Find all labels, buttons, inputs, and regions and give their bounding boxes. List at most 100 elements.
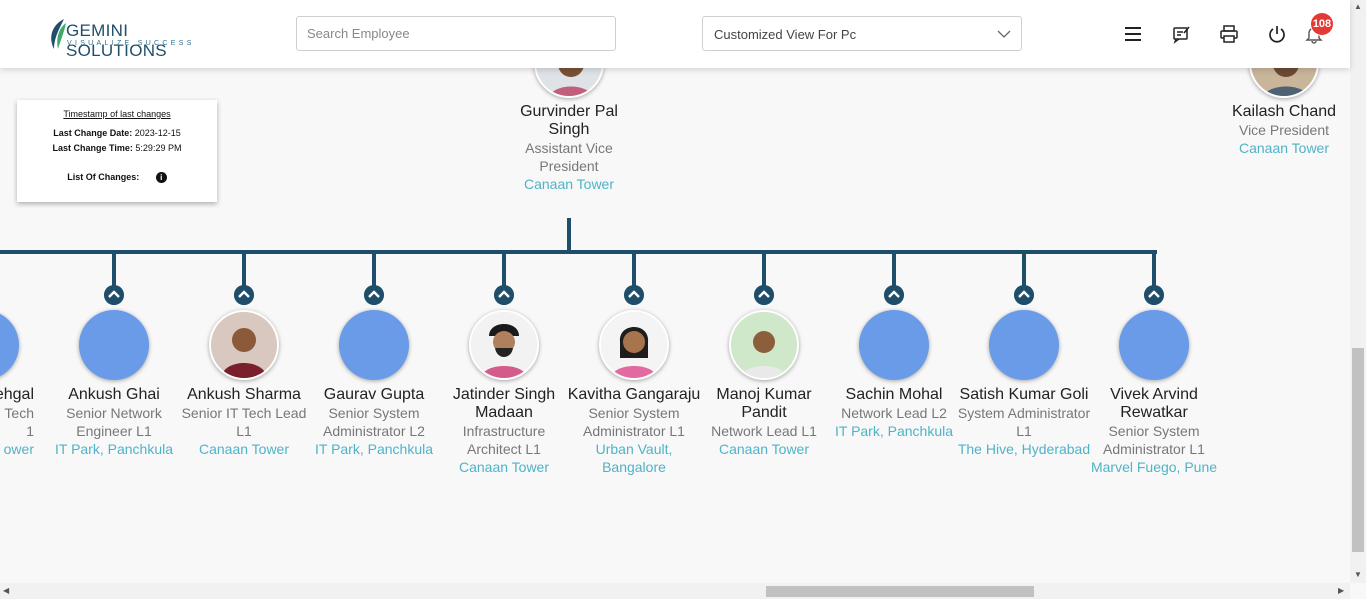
collapse-toggle-icon[interactable] bbox=[234, 285, 254, 305]
employee-location[interactable]: The Hive, Hyderabad bbox=[954, 440, 1094, 458]
employee-name: Sachin Mohal bbox=[845, 386, 943, 403]
scroll-down-icon[interactable]: ▼ bbox=[1354, 570, 1362, 579]
timestamp-title[interactable]: Timestamp of last changes bbox=[17, 109, 217, 119]
employee-card[interactable]: Ankush Sharma Senior IT Tech Lead L1 Can… bbox=[174, 386, 314, 458]
menu-icon[interactable] bbox=[1123, 24, 1143, 44]
employee-avatar[interactable] bbox=[599, 310, 669, 380]
employee-role: Infrastructure Architect L1 bbox=[462, 423, 546, 457]
info-icon[interactable]: i bbox=[155, 172, 167, 184]
collapse-toggle-icon[interactable] bbox=[104, 285, 124, 305]
employee-avatar[interactable] bbox=[1119, 310, 1189, 380]
connector-drop bbox=[502, 250, 506, 286]
employee-card[interactable]: Jatinder Singh Madaan Infrastructure Arc… bbox=[434, 386, 574, 476]
person-photo-icon bbox=[601, 312, 667, 378]
collapse-toggle-icon[interactable] bbox=[1014, 285, 1034, 305]
top-header: GEMINI SOLUTIONS VISUALIZE SUCCESS Custo… bbox=[0, 0, 1350, 68]
connector-drop bbox=[1152, 250, 1156, 286]
list-of-changes: List Of Changes: i bbox=[17, 172, 217, 184]
employee-avatar[interactable] bbox=[0, 310, 19, 380]
search-employee-input[interactable] bbox=[296, 16, 616, 51]
horizontal-scroll-thumb[interactable] bbox=[766, 586, 1034, 597]
person-photo-icon bbox=[211, 312, 277, 378]
employee-role: Senior Network Engineer L1 bbox=[66, 405, 162, 439]
peer-location[interactable]: Canaan Tower bbox=[1214, 139, 1354, 157]
peer-card[interactable]: Kailash Chand Vice President Canaan Towe… bbox=[1214, 103, 1354, 157]
employee-location[interactable]: IT Park, Panchkula bbox=[304, 440, 444, 458]
view-select[interactable]: Customized View For Pc bbox=[702, 16, 1022, 51]
employee-name: ehgal bbox=[0, 386, 34, 403]
employee-location[interactable]: IT Park, Panchkula bbox=[44, 440, 184, 458]
connector-drop bbox=[112, 250, 116, 286]
employee-card[interactable]: Satish Kumar Goli System Administrator L… bbox=[954, 386, 1094, 458]
connector-horizontal bbox=[0, 250, 1157, 254]
person-photo-icon bbox=[731, 312, 797, 378]
connector-drop bbox=[1022, 250, 1026, 286]
collapse-toggle-icon[interactable] bbox=[624, 285, 644, 305]
employee-avatar[interactable] bbox=[339, 310, 409, 380]
company-logo[interactable]: GEMINI SOLUTIONS VISUALIZE SUCCESS bbox=[46, 17, 216, 60]
collapse-toggle-icon[interactable] bbox=[364, 285, 384, 305]
last-change-time: Last Change Time: 5:29:29 PM bbox=[17, 143, 217, 153]
employee-card[interactable]: Ankush Ghai Senior Network Engineer L1 I… bbox=[44, 386, 184, 458]
person-photo-icon bbox=[471, 312, 537, 378]
employee-role: Senior System Administrator L2 bbox=[323, 405, 425, 439]
employee-role: Senior System Administrator L1 bbox=[583, 405, 685, 439]
employee-card[interactable]: Vivek Arvind Rewatkar Senior System Admi… bbox=[1084, 386, 1224, 476]
leaf-logo-icon bbox=[51, 19, 66, 49]
manager-name: Gurvinder Pal Singh bbox=[520, 103, 618, 138]
time-value: 5:29:29 PM bbox=[135, 143, 182, 153]
scroll-right-icon[interactable]: ▶ bbox=[1338, 586, 1344, 595]
employee-location[interactable]: Canaan Tower bbox=[174, 440, 314, 458]
employee-location[interactable]: ower bbox=[0, 440, 34, 458]
employee-name: Kavitha Gangaraju bbox=[567, 386, 701, 403]
notification-count-badge[interactable]: 108 bbox=[1311, 13, 1333, 35]
employee-role: System Administrator L1 bbox=[957, 405, 1091, 439]
employee-location[interactable]: Canaan Tower bbox=[434, 458, 574, 476]
scroll-left-icon[interactable]: ◀ bbox=[3, 586, 9, 595]
employee-avatar[interactable] bbox=[729, 310, 799, 380]
collapse-toggle-icon[interactable] bbox=[494, 285, 514, 305]
collapse-toggle-icon[interactable] bbox=[754, 285, 774, 305]
employee-card[interactable]: Gaurav Gupta Senior System Administrator… bbox=[304, 386, 444, 458]
last-change-date: Last Change Date: 2023-12-15 bbox=[17, 128, 217, 138]
employee-location[interactable]: Marvel Fuego, Pune bbox=[1084, 458, 1224, 476]
collapse-toggle-icon[interactable] bbox=[1144, 285, 1164, 305]
connector-drop bbox=[632, 250, 636, 286]
employee-avatar[interactable] bbox=[209, 310, 279, 380]
employee-role: Network Lead L1 bbox=[711, 423, 817, 439]
manager-location[interactable]: Canaan Tower bbox=[499, 175, 639, 193]
employee-card[interactable]: Kavitha Gangaraju Senior System Administ… bbox=[564, 386, 704, 476]
peer-role: Vice President bbox=[1238, 122, 1329, 138]
employee-name: Ankush Sharma bbox=[187, 386, 301, 403]
collapse-toggle-icon[interactable] bbox=[884, 285, 904, 305]
print-icon[interactable] bbox=[1219, 24, 1239, 44]
peer-name: Kailash Chand bbox=[1231, 103, 1337, 120]
vertical-scroll-thumb[interactable] bbox=[1352, 348, 1364, 552]
employee-name: Manoj Kumar Pandit bbox=[716, 386, 812, 421]
employee-avatar[interactable] bbox=[859, 310, 929, 380]
vertical-scrollbar[interactable]: ▲ ▼ bbox=[1350, 0, 1366, 583]
employee-location[interactable]: IT Park, Panchkula bbox=[824, 422, 964, 440]
manager-card[interactable]: Gurvinder Pal Singh Assistant Vice Presi… bbox=[499, 103, 639, 193]
connector-drop bbox=[892, 250, 896, 286]
date-value: 2023-12-15 bbox=[134, 128, 181, 138]
employee-role: Senior System Administrator L1 bbox=[1103, 423, 1205, 457]
employee-card[interactable]: Sachin Mohal Network Lead L2 IT Park, Pa… bbox=[824, 386, 964, 440]
scroll-up-icon[interactable]: ▲ bbox=[1354, 2, 1362, 11]
employee-role: Tech bbox=[4, 405, 34, 421]
employee-name: Satish Kumar Goli bbox=[959, 386, 1089, 403]
employee-avatar[interactable] bbox=[469, 310, 539, 380]
employee-location[interactable]: Urban Vault, Bangalore bbox=[564, 440, 704, 476]
feedback-icon[interactable] bbox=[1171, 24, 1191, 44]
employee-avatar[interactable] bbox=[989, 310, 1059, 380]
employee-avatar[interactable] bbox=[79, 310, 149, 380]
employee-card[interactable]: Manoj Kumar Pandit Network Lead L1 Canaa… bbox=[694, 386, 834, 458]
employee-location[interactable]: Canaan Tower bbox=[694, 440, 834, 458]
power-icon[interactable] bbox=[1267, 24, 1287, 44]
employee-card[interactable]: ehgal Tech 1 ower bbox=[0, 386, 34, 458]
employee-name: Ankush Ghai bbox=[68, 386, 160, 403]
employee-role-level: 1 bbox=[26, 423, 34, 439]
horizontal-scrollbar[interactable]: ◀ ▶ bbox=[0, 583, 1350, 599]
employee-name: Jatinder Singh Madaan bbox=[452, 386, 556, 421]
changes-label: List Of Changes: bbox=[67, 172, 140, 182]
